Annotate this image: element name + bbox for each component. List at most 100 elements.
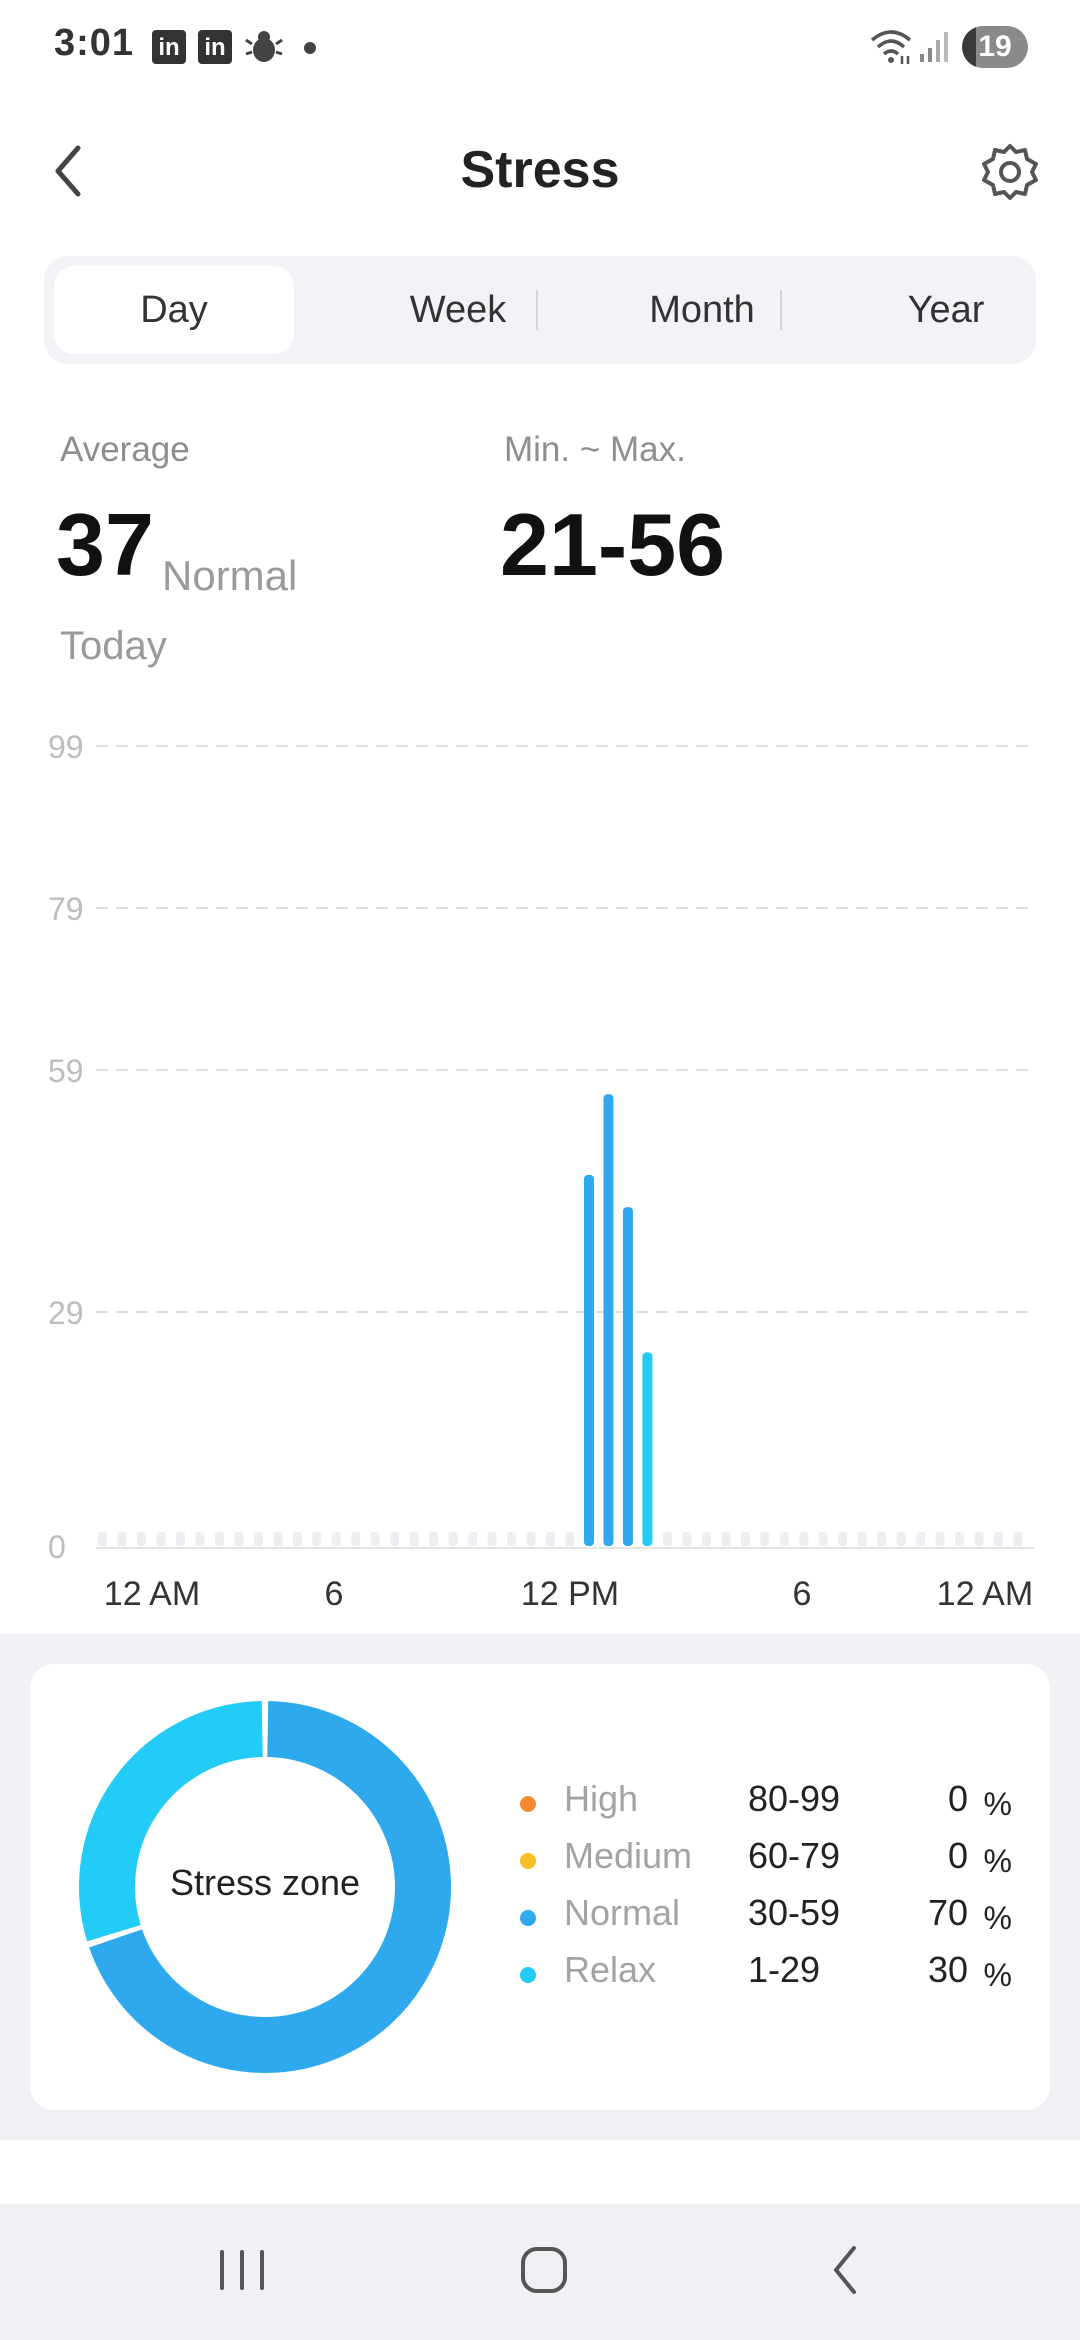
empty-slot-marker: [701, 1532, 711, 1546]
stress-bar: [642, 1352, 653, 1546]
legend-percent: 0: [947, 1778, 968, 1819]
normal-dot-icon: [520, 1910, 536, 1926]
empty-slot-marker: [136, 1532, 146, 1546]
empty-slot-marker: [292, 1532, 302, 1546]
empty-slot-marker: [818, 1532, 828, 1546]
empty-slot-marker: [955, 1532, 965, 1546]
legend-row-normal: Normal 30-59 70 %: [520, 1892, 1020, 1942]
header: Stress: [0, 120, 1080, 220]
empty-slot-marker: [779, 1532, 789, 1546]
empty-slot-marker: [916, 1532, 926, 1546]
legend-row-relax: Relax 1-29 30 %: [520, 1949, 1020, 1999]
empty-slot-marker: [799, 1532, 809, 1546]
x-tick-label: 12 AM: [937, 1575, 1033, 1613]
empty-slot-marker: [1013, 1532, 1023, 1546]
wifi-icon: [870, 30, 912, 64]
y-tick-label: 0: [48, 1529, 66, 1565]
y-tick-label: 79: [48, 891, 84, 927]
recent-apps-icon[interactable]: [192, 2230, 292, 2310]
tab-week[interactable]: Week: [338, 256, 578, 364]
signal-icon: [920, 32, 948, 62]
empty-slot-marker: [117, 1532, 127, 1546]
linkedin-icon: in: [152, 30, 186, 64]
y-tick-label: 29: [48, 1295, 84, 1331]
gear-icon: [982, 144, 1038, 200]
home-icon[interactable]: [494, 2230, 594, 2310]
x-tick-label: 6: [325, 1575, 344, 1613]
legend-range: 1-29: [748, 1949, 821, 1990]
empty-slot-marker: [662, 1532, 672, 1546]
empty-slot-marker: [994, 1532, 1004, 1546]
empty-slot-marker: [974, 1532, 984, 1546]
empty-slot-marker: [253, 1532, 263, 1546]
dot-icon: [304, 42, 316, 54]
system-nav-bar: [0, 2204, 1080, 2340]
empty-slot-marker: [448, 1532, 458, 1546]
empty-slot-marker: [409, 1532, 419, 1546]
empty-slot-marker: [507, 1532, 517, 1546]
legend-percent: 70: [927, 1892, 968, 1933]
empty-slot-marker: [877, 1532, 887, 1546]
empty-slot-marker: [546, 1532, 556, 1546]
empty-slot-marker: [214, 1532, 224, 1546]
period-label: Today: [60, 624, 167, 668]
page-title: Stress: [460, 141, 620, 199]
stress-bar: [583, 1174, 594, 1546]
legend-name: Normal: [564, 1892, 681, 1933]
empty-slot-marker: [351, 1532, 361, 1546]
medium-dot-icon: [520, 1853, 536, 1869]
empty-slot-marker: [390, 1532, 400, 1546]
x-tick-label: 12 PM: [521, 1575, 619, 1613]
tab-year[interactable]: Year: [826, 256, 1066, 364]
empty-slot-marker: [98, 1532, 107, 1546]
legend-percent-unit: %: [983, 1786, 1012, 1822]
bug-icon: [245, 31, 283, 62]
empty-slot-marker: [682, 1532, 692, 1546]
empty-slot-marker: [468, 1532, 478, 1546]
empty-slot-marker: [565, 1532, 575, 1546]
empty-slot-marker: [234, 1532, 244, 1546]
empty-slot-marker: [312, 1532, 322, 1546]
status-bar: 3:01 in in 19: [0, 0, 1080, 96]
empty-slot-marker: [740, 1532, 750, 1546]
settings-button[interactable]: [980, 142, 1040, 202]
donut-label: Stress zone: [169, 1862, 361, 1903]
back-icon[interactable]: [796, 2230, 896, 2310]
empty-slot-marker: [370, 1532, 380, 1546]
empty-slot-marker: [857, 1532, 867, 1546]
stress-bar: [622, 1207, 633, 1546]
empty-slot-marker: [175, 1532, 185, 1546]
tab-divider: [536, 290, 538, 330]
empty-slot-marker: [838, 1532, 848, 1546]
empty-slot-marker: [721, 1532, 731, 1546]
x-tick-label: 12 AM: [104, 1575, 200, 1613]
status-time: 3:01: [54, 22, 135, 64]
average-label: Average: [60, 430, 190, 469]
legend-name: Medium: [564, 1835, 693, 1876]
range-label: Min. ~ Max.: [504, 430, 686, 469]
tab-divider: [780, 290, 782, 330]
relax-dot-icon: [520, 1967, 536, 1983]
legend-name: High: [564, 1778, 639, 1819]
empty-slot-marker: [429, 1532, 439, 1546]
legend-percent-unit: %: [983, 1900, 1012, 1936]
legend-row-high: High 80-99 0 %: [520, 1778, 1020, 1828]
y-tick-label: 59: [48, 1053, 84, 1089]
empty-slot-marker: [273, 1532, 283, 1546]
empty-slot-marker: [487, 1532, 497, 1546]
legend-percent-unit: %: [983, 1843, 1012, 1879]
empty-slot-marker: [195, 1532, 205, 1546]
average-value: 37: [56, 495, 154, 594]
x-tick-label: 6: [793, 1575, 812, 1613]
tab-month[interactable]: Month: [582, 256, 822, 364]
y-tick-label: 99: [48, 729, 84, 765]
legend-percent: 30: [927, 1949, 968, 1990]
linkedin-icon: in: [198, 30, 232, 64]
legend-range: 30-59: [748, 1892, 841, 1933]
battery-icon: 19: [962, 26, 1028, 68]
range-value: 21-56: [500, 495, 726, 594]
legend-row-medium: Medium 60-79 0 %: [520, 1835, 1020, 1885]
period-tabs: Day Week Month Year: [44, 256, 1036, 364]
empty-slot-marker: [526, 1532, 536, 1546]
tab-day[interactable]: Day: [54, 266, 294, 354]
